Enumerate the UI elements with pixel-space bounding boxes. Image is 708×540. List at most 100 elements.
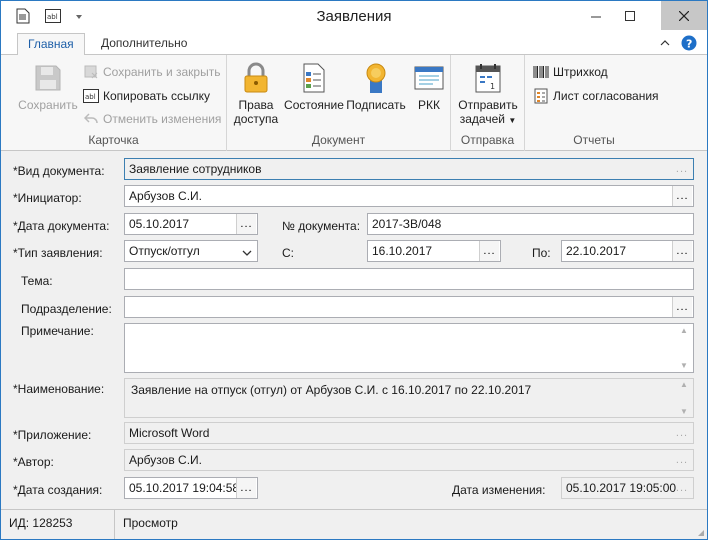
name-scrollbar[interactable]: ▲ ▼	[676, 380, 692, 416]
document-state-icon	[297, 61, 331, 95]
app-window: abl Заявления Главная Дополнительно ? Со…	[0, 0, 708, 540]
copy-link-icon: abl	[83, 88, 99, 104]
minimize-button[interactable]	[579, 1, 613, 30]
ribbon-group-document-label: Документ	[311, 133, 366, 147]
doc-date-ellipsis-button[interactable]: ...	[236, 214, 256, 234]
ribbon-group-send: 1 Отправить задачей ▼ Отправка	[451, 55, 525, 151]
ribbon-group-card-label: Карточка	[88, 133, 139, 147]
doc-number-field[interactable]: 2017-ЗВ/048	[367, 213, 694, 235]
calendar-task-icon: 1	[471, 61, 505, 95]
copy-link-button[interactable]: abl Копировать ссылку	[83, 86, 210, 106]
state-button[interactable]: Состояние	[283, 61, 345, 112]
author-field[interactable]: Арбузов С.И.	[124, 449, 694, 471]
sign-label: Подписать	[346, 98, 406, 112]
application-label: *Приложение:	[13, 428, 92, 442]
doc-kind-label: *Вид документа:	[13, 164, 105, 178]
modified-label: Дата изменения:	[452, 483, 546, 497]
tab-additional[interactable]: Дополнительно	[91, 33, 197, 56]
chevron-down-icon[interactable]	[242, 246, 252, 260]
application-ellipsis-button[interactable]: ...	[672, 423, 692, 443]
save-button[interactable]: Сохранить	[15, 61, 81, 112]
approval-sheet-button[interactable]: Лист согласования	[533, 86, 659, 106]
barcode-icon	[533, 64, 549, 80]
resize-grip-icon[interactable]	[695, 527, 705, 537]
request-type-label: *Тип заявления:	[13, 246, 103, 260]
subject-label: Тема:	[21, 274, 53, 288]
initiator-field[interactable]: Арбузов С.И.	[124, 185, 694, 207]
close-button[interactable]	[661, 1, 707, 30]
state-label: Состояние	[284, 98, 344, 112]
name-label: *Наименование:	[13, 382, 105, 396]
department-field[interactable]	[124, 296, 694, 318]
created-ellipsis-button[interactable]: ...	[236, 478, 256, 498]
registration-card-icon	[412, 61, 446, 95]
send-task-label-2: задачей ▼	[459, 112, 517, 126]
ribbon-group-reports: Штрихкод Лист согласования Отчеты	[525, 55, 663, 151]
save-close-button[interactable]: Сохранить и закрыть	[83, 62, 220, 82]
collapse-ribbon-icon[interactable]	[657, 35, 673, 51]
send-task-label-1: Отправить	[458, 98, 518, 112]
sign-button[interactable]: Подписать	[345, 61, 407, 112]
dropdown-arrow-icon: ▼	[508, 116, 517, 125]
name-textarea[interactable]: Заявление на отпуск (отгул) от Арбузов С…	[124, 378, 694, 418]
send-task-button[interactable]: 1 Отправить задачей ▼	[455, 61, 521, 128]
initiator-label: *Инициатор:	[13, 191, 82, 205]
document-card-form: *Вид документа: Заявление сотрудников ..…	[1, 152, 707, 509]
status-mode: Просмотр	[123, 516, 178, 530]
svg-text:?: ?	[686, 38, 692, 51]
seal-icon	[359, 61, 393, 95]
save-close-icon	[83, 64, 99, 80]
undo-changes-label: Отменить изменения	[103, 112, 222, 126]
note-scrollbar[interactable]: ▲ ▼	[676, 326, 692, 370]
barcode-button[interactable]: Штрихкод	[533, 62, 608, 82]
modified-ellipsis-button[interactable]: ...	[672, 478, 692, 498]
access-rights-button[interactable]: Права доступа	[229, 61, 283, 126]
ribbon-group-card: Сохранить Сохранить и закрыть abl Копиро…	[1, 55, 227, 151]
initiator-ellipsis-button[interactable]: ...	[672, 186, 692, 206]
note-label: Примечание:	[21, 324, 94, 338]
from-label: С:	[282, 246, 294, 260]
rkk-button[interactable]: РКК	[407, 61, 451, 112]
doc-kind-field[interactable]: Заявление сотрудников	[124, 158, 694, 180]
undo-changes-button[interactable]: Отменить изменения	[83, 109, 221, 129]
ribbon: Сохранить Сохранить и закрыть abl Копиро…	[1, 55, 707, 151]
approval-sheet-label: Лист согласования	[553, 89, 659, 103]
help-icon[interactable]: ?	[681, 35, 697, 51]
doc-number-label: № документа:	[282, 219, 361, 233]
to-date-ellipsis-button[interactable]: ...	[672, 241, 692, 261]
status-bar: ИД: 128253 Просмотр	[1, 509, 707, 539]
doc-kind-ellipsis-button[interactable]: ...	[672, 159, 692, 179]
ribbon-group-document: Права доступа Состояние Подписать РКК До…	[227, 55, 451, 151]
ribbon-group-send-label: Отправка	[460, 133, 515, 147]
title-bar: abl Заявления	[1, 1, 707, 31]
to-label: По:	[532, 246, 551, 260]
barcode-label: Штрихкод	[553, 65, 608, 79]
status-id: ИД: 128253	[1, 510, 115, 539]
author-label: *Автор:	[13, 455, 54, 469]
svg-text:1: 1	[490, 82, 495, 91]
department-ellipsis-button[interactable]: ...	[672, 297, 692, 317]
ribbon-tabs: Главная Дополнительно ?	[1, 31, 707, 56]
tab-home[interactable]: Главная	[17, 33, 85, 56]
application-field[interactable]: Microsoft Word	[124, 422, 694, 444]
created-label: *Дата создания:	[13, 483, 103, 497]
approval-sheet-icon	[533, 88, 549, 104]
subject-field[interactable]	[124, 268, 694, 290]
doc-date-label: *Дата документа:	[13, 219, 110, 233]
copy-link-label: Копировать ссылку	[103, 89, 210, 103]
from-date-ellipsis-button[interactable]: ...	[479, 241, 499, 261]
note-textarea[interactable]	[124, 323, 694, 373]
rkk-label: РКК	[418, 98, 440, 112]
svg-text:abl: abl	[85, 93, 96, 101]
author-ellipsis-button[interactable]: ...	[672, 450, 692, 470]
maximize-button[interactable]	[613, 1, 647, 30]
save-label: Сохранить	[18, 98, 78, 112]
department-label: Подразделение:	[21, 302, 112, 316]
ribbon-group-reports-label: Отчеты	[573, 133, 615, 147]
request-type-select[interactable]: Отпуск/отгул	[124, 240, 258, 262]
access-rights-label-2: доступа	[233, 112, 279, 126]
lock-icon	[239, 61, 273, 95]
save-close-label: Сохранить и закрыть	[103, 65, 221, 79]
access-rights-label-1: Права	[238, 98, 274, 112]
floppy-disk-icon	[31, 61, 65, 95]
